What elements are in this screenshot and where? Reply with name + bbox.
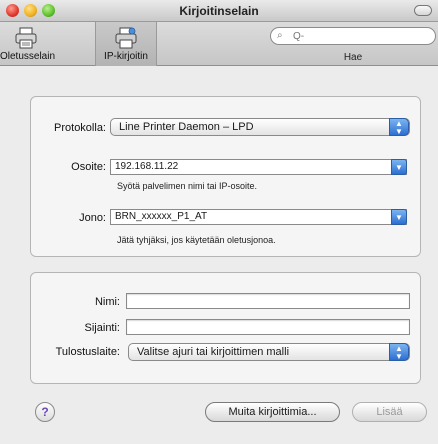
name-label: Nimi:: [94, 296, 120, 308]
queue-label: Jono:: [79, 212, 106, 224]
print-using-popup[interactable]: Valitse ajuri tai kirjoittimen malli ▲ ▼: [128, 343, 410, 361]
window-title: Kirjoitinselain: [179, 4, 259, 18]
print-using-label: Tulostuslaite:: [55, 346, 120, 358]
queue-hint: Jätä tyhjäksi, jos käytetään oletusjonoa…: [117, 235, 276, 245]
title-bar[interactable]: Kirjoitinselain: [0, 0, 438, 22]
popup-arrows-icon: ▲ ▼: [389, 118, 409, 136]
combo-arrow-icon[interactable]: ▼: [391, 209, 407, 225]
default-browser-label: Oletusselain: [0, 51, 56, 62]
queue-combo[interactable]: BRN_xxxxxx_P1_AT ▼: [110, 209, 407, 225]
protocol-popup[interactable]: Line Printer Daemon – LPD ▲ ▼: [110, 118, 410, 136]
printer-network-icon: [115, 27, 137, 49]
printer-browser-window: Kirjoitinselain Oletusselain IP-kirjoiti…: [0, 0, 438, 444]
name-field[interactable]: [126, 293, 410, 309]
queue-value: BRN_xxxxxx_P1_AT: [115, 211, 208, 222]
add-button[interactable]: Lisää: [352, 402, 427, 422]
popup-arrows-icon: ▲ ▼: [389, 343, 409, 361]
search-field[interactable]: ⌕: [270, 27, 436, 45]
help-button[interactable]: ?: [35, 402, 55, 422]
search-input[interactable]: [291, 29, 429, 43]
help-icon: ?: [41, 405, 49, 419]
address-hint: Syötä palvelimen nimi tai IP-osoite.: [117, 181, 258, 191]
toolbar: Oletusselain IP-kirjoitin ⌕ Hae: [0, 22, 438, 66]
address-label: Osoite:: [71, 161, 106, 173]
combo-arrow-icon[interactable]: ▼: [391, 159, 407, 175]
ip-printer-label: IP-kirjoitin: [104, 51, 148, 62]
search-icon: ⌕: [277, 30, 283, 41]
protocol-value: Line Printer Daemon – LPD: [119, 121, 254, 133]
default-browser-button[interactable]: Oletusselain: [0, 22, 56, 66]
search-label: Hae: [343, 52, 363, 63]
ip-printer-button[interactable]: IP-kirjoitin: [95, 22, 157, 66]
protocol-label: Protokolla:: [54, 122, 106, 134]
location-field[interactable]: [126, 319, 410, 335]
printer-icon: [15, 27, 37, 49]
print-using-value: Valitse ajuri tai kirjoittimen malli: [137, 346, 290, 358]
toolbar-toggle-button[interactable]: [414, 5, 432, 16]
address-combo[interactable]: 192.168.11.22 ▼: [110, 159, 407, 175]
more-printers-button[interactable]: Muita kirjoittimia...: [205, 402, 340, 422]
location-label: Sijainti:: [84, 322, 120, 334]
address-value: 192.168.11.22: [115, 161, 179, 172]
